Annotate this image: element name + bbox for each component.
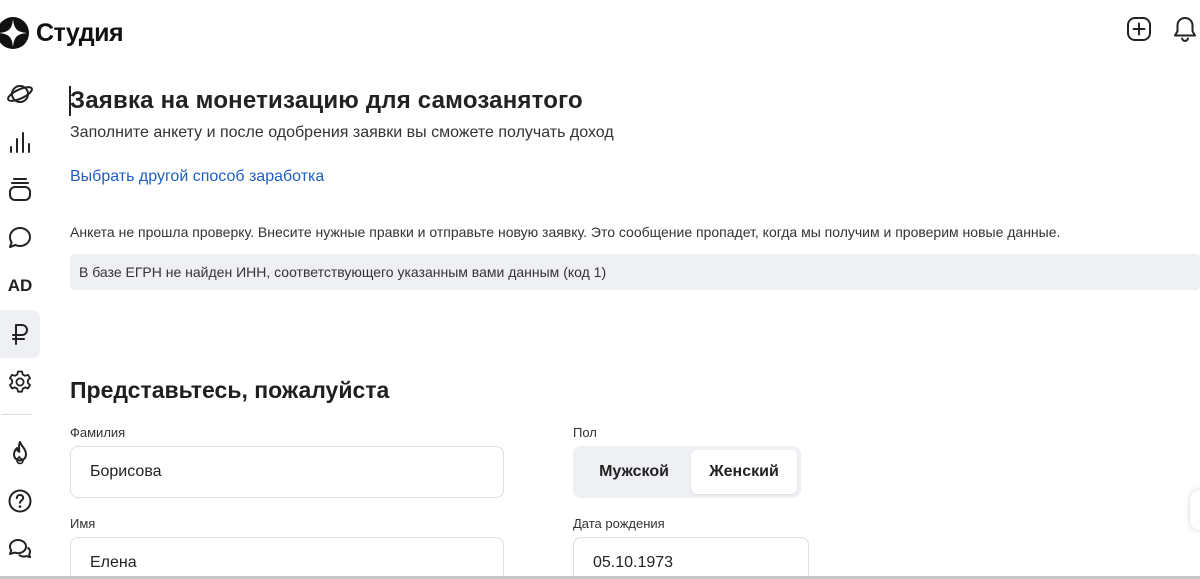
gender-option-female[interactable]: Женский bbox=[691, 450, 797, 494]
content-stack-icon bbox=[9, 178, 31, 201]
logo-text: Студия bbox=[36, 18, 124, 47]
gear-icon bbox=[9, 370, 31, 393]
birthdate-value: 05.10.1973 bbox=[593, 554, 674, 571]
page-subtitle: Заполните анкету и после одобрения заявк… bbox=[70, 124, 614, 141]
sidebar-item-monetization[interactable] bbox=[0, 310, 40, 358]
surname-input[interactable]: Борисова bbox=[70, 446, 504, 498]
ruble-icon bbox=[12, 324, 28, 345]
fire-icon bbox=[13, 441, 27, 465]
studio-logo-icon bbox=[0, 17, 29, 49]
floating-scroll-button[interactable] bbox=[1190, 490, 1200, 530]
add-icon[interactable] bbox=[1124, 14, 1154, 44]
top-bar: Студия bbox=[0, 0, 1200, 64]
chat-icon bbox=[9, 539, 32, 559]
sidebar: AD bbox=[0, 70, 40, 573]
name-field: Имя Елена bbox=[70, 516, 504, 579]
sidebar-item-support-chat[interactable] bbox=[0, 525, 40, 573]
birthdate-label: Дата рождения bbox=[573, 516, 665, 531]
name-input[interactable]: Елена bbox=[70, 537, 504, 579]
help-icon bbox=[8, 489, 32, 513]
birthdate-field: Дата рождения 05.10.1973 bbox=[573, 516, 809, 579]
comment-icon bbox=[9, 227, 31, 248]
gender-option-male[interactable]: Мужской bbox=[577, 450, 691, 494]
bell-icon[interactable] bbox=[1170, 14, 1200, 44]
sidebar-item-content[interactable] bbox=[0, 166, 40, 214]
section-title: Представьтесь, пожалуйста bbox=[70, 377, 390, 403]
error-message-box: В базе ЕГРН не найден ИНН, соответствующ… bbox=[70, 254, 1200, 290]
gender-label: Пол bbox=[573, 425, 597, 440]
gender-segmented-control: Мужской Женский bbox=[573, 446, 801, 498]
page-title: Заявка на монетизацию для самозанятого bbox=[70, 87, 583, 114]
review-warning-text: Анкета не прошла проверку. Внесите нужны… bbox=[70, 224, 1061, 240]
sidebar-divider bbox=[2, 414, 32, 415]
sidebar-item-comments[interactable] bbox=[0, 214, 40, 262]
stats-icon bbox=[10, 132, 30, 153]
surname-label: Фамилия bbox=[70, 425, 126, 440]
name-label: Имя bbox=[70, 516, 96, 531]
studio-logo[interactable]: Студия bbox=[0, 16, 124, 50]
text-cursor bbox=[69, 86, 71, 116]
planet-icon bbox=[7, 85, 33, 103]
sidebar-item-help[interactable] bbox=[0, 477, 40, 525]
main-content: Заявка на монетизацию для самозанятого З… bbox=[69, 82, 1200, 579]
surname-value: Борисова bbox=[90, 463, 162, 480]
sidebar-item-trends[interactable] bbox=[0, 429, 40, 477]
name-value: Елена bbox=[90, 554, 137, 571]
sidebar-item-settings[interactable] bbox=[0, 358, 40, 406]
choose-other-method-link[interactable]: Выбрать другой способ заработка bbox=[70, 168, 324, 186]
ad-icon: AD bbox=[7, 276, 33, 295]
sidebar-item-ads[interactable]: AD bbox=[0, 262, 40, 310]
gender-field: Пол Мужской Женский bbox=[573, 425, 801, 498]
sidebar-item-channel[interactable] bbox=[0, 70, 40, 118]
sidebar-item-stats[interactable] bbox=[0, 118, 40, 166]
surname-field: Фамилия Борисова bbox=[70, 425, 504, 498]
birthdate-input[interactable]: 05.10.1973 bbox=[573, 537, 809, 579]
